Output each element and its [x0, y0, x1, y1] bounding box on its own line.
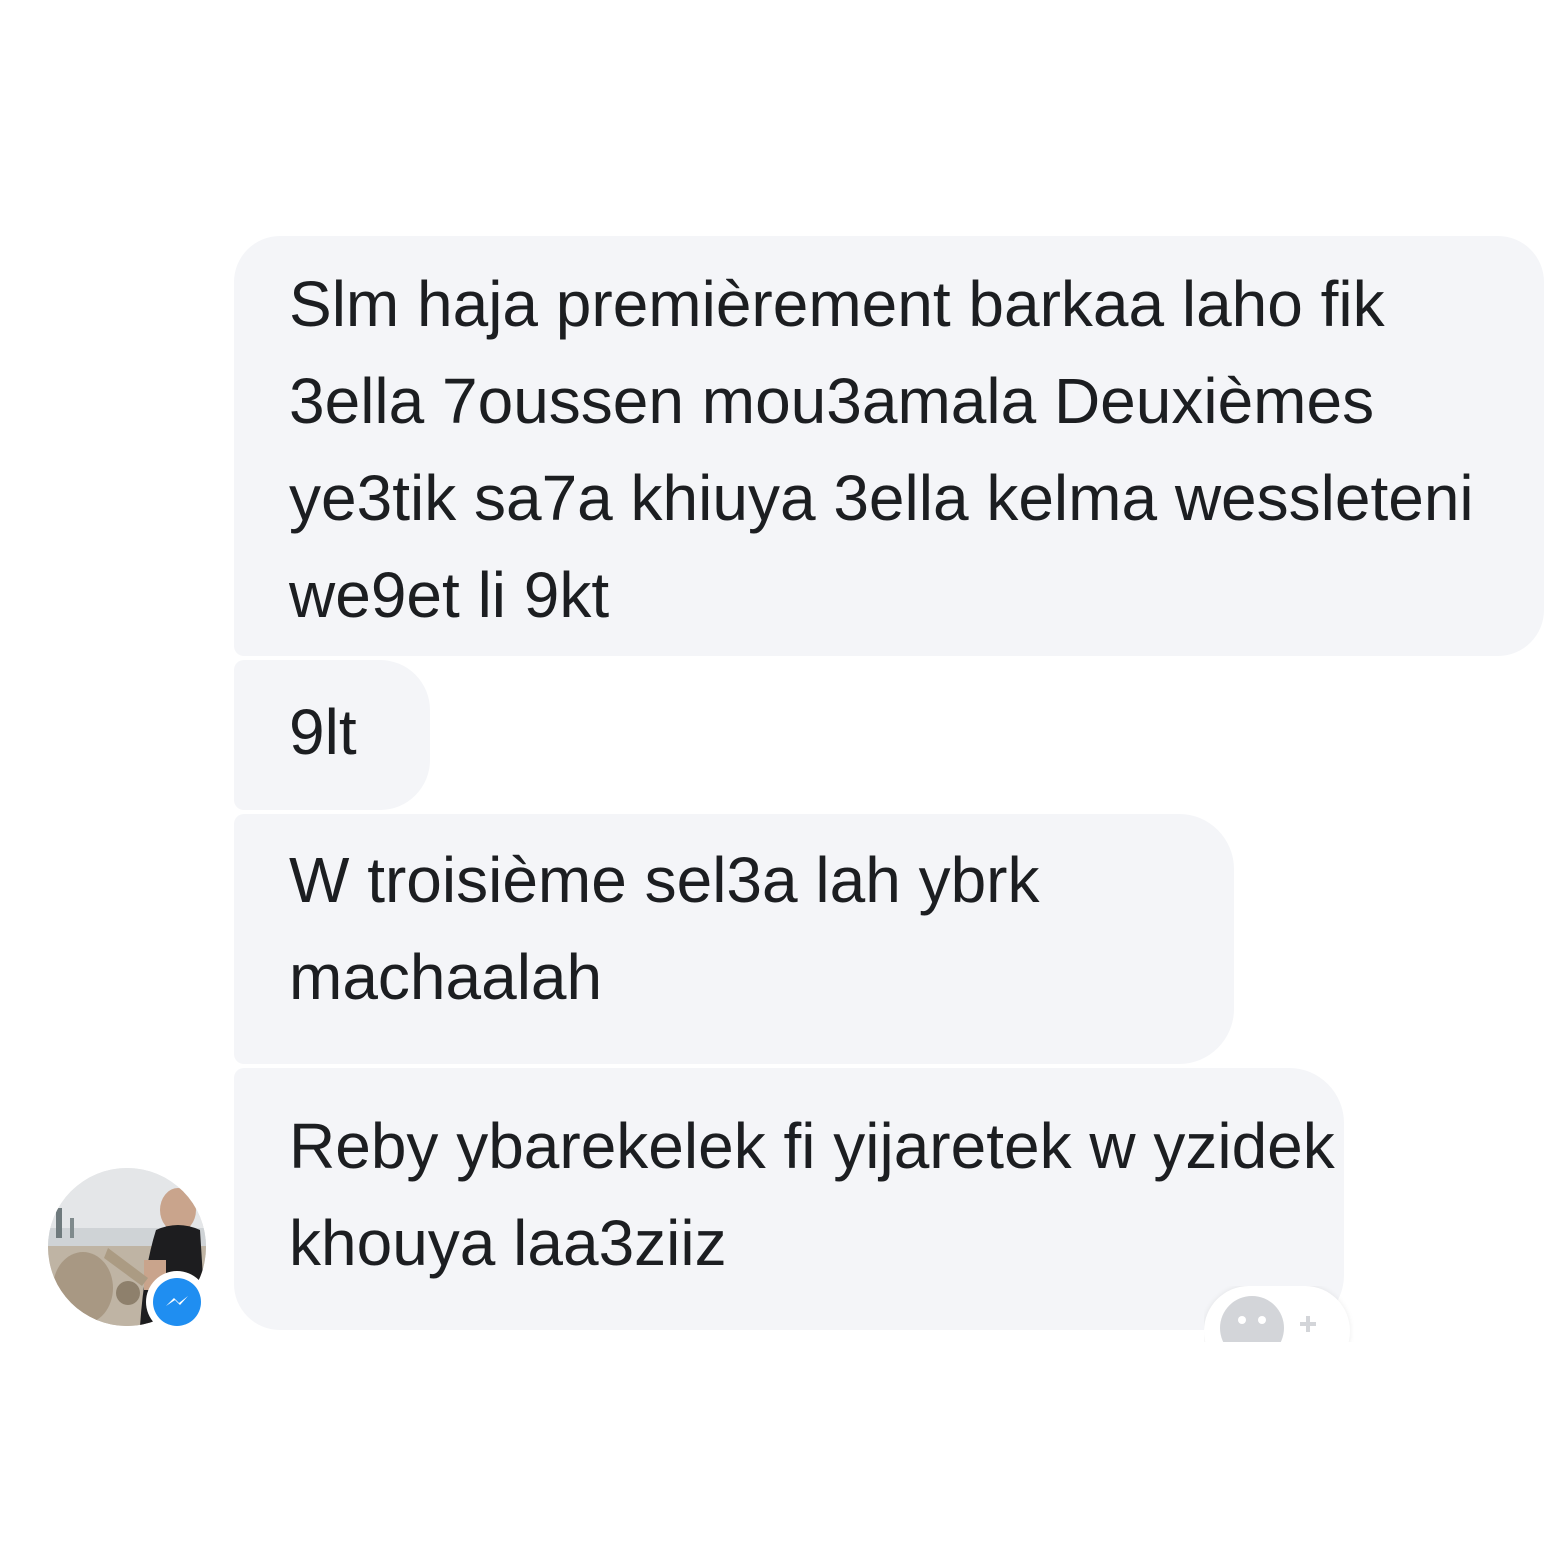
message-text: W troisième sel3a lah ybrk machaalah	[289, 844, 1058, 1013]
message-text: Reby ybarekelek fi yijaretek w yzidek kh…	[289, 1110, 1353, 1279]
messenger-badge	[146, 1271, 208, 1333]
message-bubble[interactable]: 9lt	[234, 660, 430, 810]
message-bubble[interactable]: W troisième sel3a lah ybrk machaalah	[234, 814, 1234, 1064]
message-bubble[interactable]: Slm haja premièrement barkaa laho fik 3e…	[234, 236, 1544, 656]
add-reaction-icon	[1220, 1296, 1316, 1342]
messenger-icon	[153, 1278, 201, 1326]
message-bubble[interactable]: Reby ybarekelek fi yijaretek w yzidek kh…	[234, 1068, 1344, 1330]
message-text: Slm haja premièrement barkaa laho fik 3e…	[289, 268, 1492, 631]
chat-thread: Slm haja premièrement barkaa laho fik 3e…	[0, 0, 1563, 1563]
add-reaction-button[interactable]	[1204, 1286, 1354, 1342]
message-text: 9lt	[289, 696, 357, 768]
